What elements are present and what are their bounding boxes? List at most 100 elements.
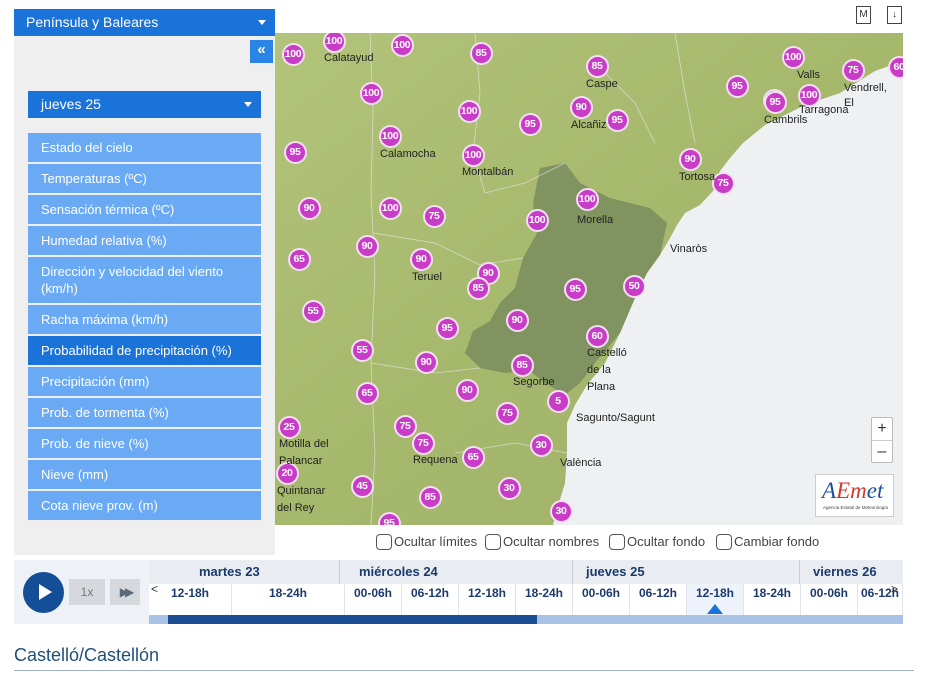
menu-item[interactable]: Nieve (mm)	[28, 460, 261, 489]
precip-marker[interactable]: 100	[281, 42, 305, 66]
precip-marker[interactable]: 5	[546, 389, 570, 413]
precip-marker[interactable]: 100	[457, 99, 481, 123]
precip-marker[interactable]: 45	[350, 474, 374, 498]
precip-marker[interactable]: 30	[549, 499, 573, 523]
precip-marker[interactable]: 95	[725, 74, 749, 98]
precip-marker[interactable]: 85	[466, 276, 490, 300]
precip-marker[interactable]: 100	[390, 33, 414, 57]
menu-item[interactable]: Cota nieve prov. (m)	[28, 491, 261, 520]
town-label: Valls	[797, 69, 821, 81]
option-hide-names[interactable]: Ocultar nombres	[485, 534, 599, 550]
menu-item[interactable]: Humedad relativa (%)	[28, 226, 261, 255]
precip-marker[interactable]: 90	[409, 247, 433, 271]
zoom-in-button[interactable]: +	[872, 418, 892, 440]
precip-marker[interactable]: 100	[359, 81, 383, 105]
menu-item[interactable]: Prob. de tormenta (%)	[28, 398, 261, 427]
precip-marker[interactable]: 95	[563, 277, 587, 301]
checkbox-icon[interactable]	[485, 534, 501, 550]
m-icon[interactable]: M	[856, 6, 871, 24]
precip-marker[interactable]: 90	[297, 196, 321, 220]
checkbox-icon[interactable]	[609, 534, 625, 550]
fast-forward-icon[interactable]: ▶▶	[110, 579, 140, 605]
time-slot[interactable]: 00-06h	[573, 584, 630, 615]
precip-marker[interactable]: 90	[414, 350, 438, 374]
menu-item[interactable]: Dirección y velocidad del viento (km/h)	[28, 257, 261, 303]
town-label: Requena	[413, 454, 458, 466]
precip-marker[interactable]: 75	[495, 401, 519, 425]
current-slot-marker	[707, 604, 723, 614]
precip-marker[interactable]: 95	[518, 112, 542, 136]
timeline-next-arrow[interactable]: >	[891, 582, 898, 596]
precip-marker[interactable]: 90	[455, 378, 479, 402]
day-select-value: jueves 25	[41, 96, 101, 112]
menu-item[interactable]: Probabilidad de precipitación (%)	[28, 336, 261, 365]
time-slot[interactable]: 12-18h	[459, 584, 516, 615]
day-divider	[799, 560, 800, 584]
precip-marker[interactable]: 75	[841, 58, 865, 82]
download-icon[interactable]: ↓	[887, 6, 902, 24]
precip-marker[interactable]: 85	[418, 485, 442, 509]
menu-item[interactable]: Precipitación (mm)	[28, 367, 261, 396]
day-label: jueves 25	[586, 564, 645, 579]
time-slot[interactable]: 06-12h	[630, 584, 687, 615]
precip-marker[interactable]: 85	[585, 54, 609, 78]
precip-marker[interactable]: 100	[378, 124, 402, 148]
precip-marker[interactable]: 100	[378, 196, 402, 220]
town-label: Calamocha	[380, 148, 436, 160]
option-hide-limits[interactable]: Ocultar límites	[376, 534, 477, 550]
time-slot[interactable]: 06-12h	[402, 584, 459, 615]
precip-marker[interactable]: 95	[283, 140, 307, 164]
speed-button[interactable]: 1x	[69, 579, 105, 605]
precip-marker[interactable]: 30	[497, 476, 521, 500]
play-icon[interactable]	[23, 572, 64, 613]
menu-item[interactable]: Sensación térmica (ºC)	[28, 195, 261, 224]
menu-item[interactable]: Racha máxima (km/h)	[28, 305, 261, 334]
option-change-background[interactable]: Cambiar fondo	[716, 534, 819, 550]
checkbox-icon[interactable]	[716, 534, 732, 550]
precip-marker[interactable]: 30	[529, 433, 553, 457]
precip-marker[interactable]: 100	[781, 45, 805, 69]
precip-marker[interactable]: 90	[678, 147, 702, 171]
precip-marker[interactable]: 90	[505, 308, 529, 332]
precip-marker[interactable]: 75	[393, 414, 417, 438]
zoom-out-button[interactable]: –	[872, 440, 892, 462]
precip-marker[interactable]: 65	[461, 445, 485, 469]
precip-marker[interactable]: 100	[575, 187, 599, 211]
time-slot[interactable]: 12-18h	[149, 584, 232, 615]
day-select[interactable]: jueves 25	[28, 91, 261, 118]
precip-marker[interactable]: 90	[569, 95, 593, 119]
time-slot[interactable]: 18-24h	[744, 584, 801, 615]
menu-item[interactable]: Estado del cielo	[28, 133, 261, 162]
precip-marker[interactable]: 95	[435, 316, 459, 340]
precip-marker[interactable]: 95	[763, 90, 787, 114]
chevron-down-icon	[258, 20, 266, 25]
precip-marker[interactable]: 90	[355, 234, 379, 258]
town-label: de la	[587, 364, 611, 376]
timeline-progress-track[interactable]	[149, 615, 903, 624]
timeline-prev-arrow[interactable]: <	[151, 582, 158, 596]
menu-item[interactable]: Temperaturas (ºC)	[28, 164, 261, 193]
time-slot[interactable]: 00-06h	[345, 584, 402, 615]
option-hide-background[interactable]: Ocultar fondo	[609, 534, 705, 550]
precip-marker[interactable]: 85	[469, 41, 493, 65]
precip-marker[interactable]: 55	[350, 338, 374, 362]
precip-marker[interactable]: 95	[605, 108, 629, 132]
precip-marker[interactable]: 50	[622, 274, 646, 298]
variable-menu: Estado del cielo Temperaturas (ºC) Sensaci…	[28, 133, 261, 522]
time-slot[interactable]: 18-24h	[232, 584, 345, 615]
precip-marker[interactable]: 65	[287, 247, 311, 271]
town-label: Cambrils	[764, 114, 808, 126]
region-select[interactable]: Península y Baleares	[14, 9, 275, 36]
collapse-sidebar-button[interactable]: «	[250, 40, 273, 63]
menu-item[interactable]: Prob. de nieve (%)	[28, 429, 261, 458]
time-slot[interactable]: 18-24h	[516, 584, 573, 615]
precip-marker[interactable]: 100	[525, 208, 549, 232]
time-slot[interactable]: 00-06h	[801, 584, 858, 615]
precip-marker[interactable]: 75	[422, 204, 446, 228]
town-label: Montalbán	[462, 166, 514, 178]
town-label: Morella	[577, 214, 614, 226]
checkbox-icon[interactable]	[376, 534, 392, 550]
precip-marker[interactable]: 55	[301, 299, 325, 323]
precip-marker[interactable]: 65	[355, 381, 379, 405]
map[interactable]: 1001001008585100957560100901009595100100…	[275, 33, 903, 525]
